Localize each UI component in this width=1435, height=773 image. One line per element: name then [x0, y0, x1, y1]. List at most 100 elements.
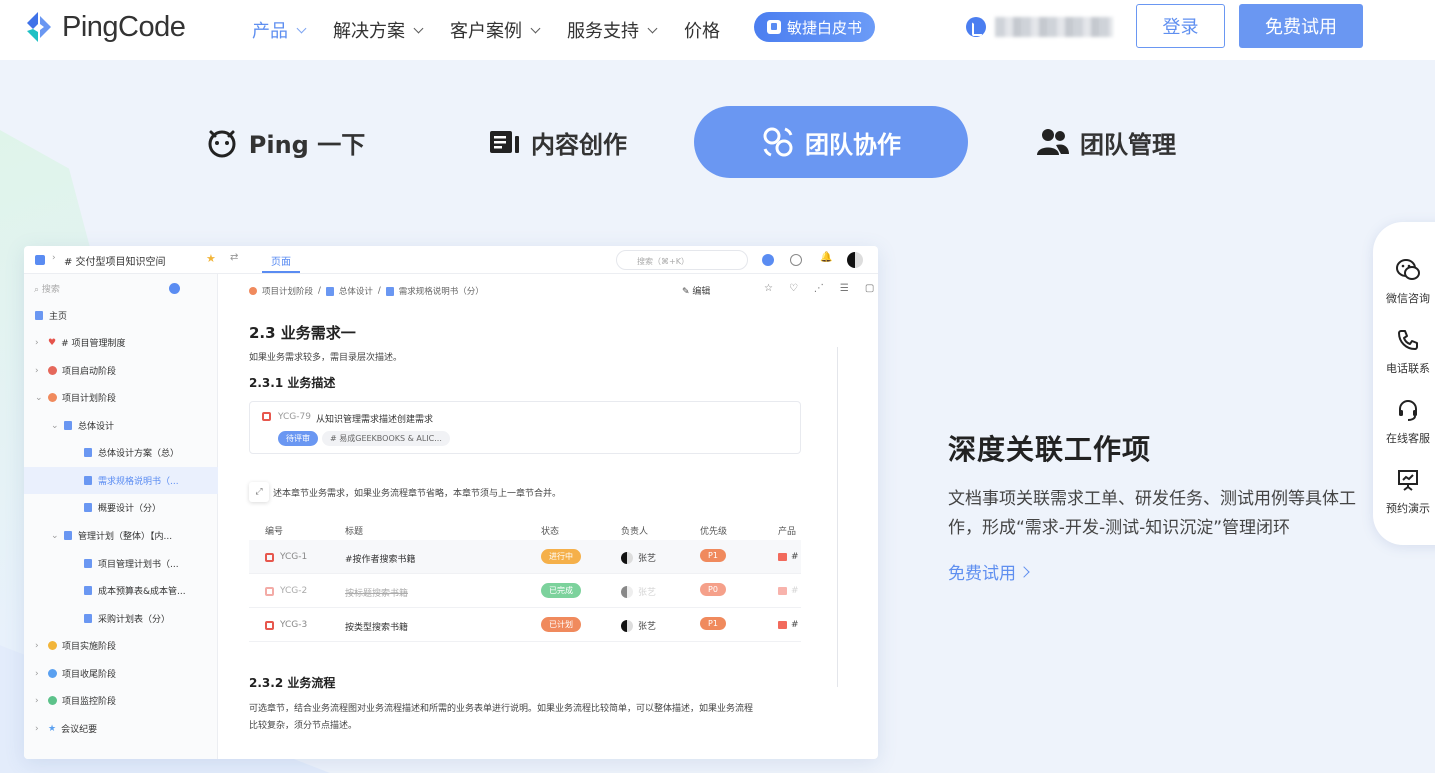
expand-icon[interactable]: ⤢	[249, 482, 269, 502]
col-header: 编号	[265, 527, 284, 537]
sidebar-item[interactable]: ⌄ 管理计划（整体）【内...	[24, 522, 218, 549]
feature-link-label: 免费试用	[948, 564, 1016, 584]
switch-icon[interactable]: ⇄	[230, 252, 238, 263]
table-row[interactable]: YCG-2 按标题搜索书籍 已完成 张艺 P0 #	[249, 574, 801, 608]
sidebar-item[interactable]: ⌄ 项目计划阶段	[24, 384, 218, 411]
sidebar-item[interactable]: › ★ 会议纪要	[24, 715, 218, 742]
priority-badge: P1	[700, 549, 726, 562]
sidebar-item-label: 概要设计（分）	[98, 504, 162, 514]
sidebar-item-label: 主页	[49, 312, 68, 322]
tab-ping[interactable]: Ping 一下	[190, 106, 380, 178]
chevron-right-icon: ›	[52, 253, 56, 263]
sidebar-item[interactable]: › 项目收尾阶段	[24, 660, 218, 687]
paragraph: 如果业务需求较多，需目录层次描述。	[249, 353, 403, 363]
heart-icon: ♥	[48, 337, 57, 348]
logo[interactable]: PingCode	[24, 10, 186, 44]
contact-wechat[interactable]: 微信咨询	[1373, 258, 1435, 306]
search-input[interactable]: 搜索（⌘+K）	[616, 250, 748, 270]
sidebar-item[interactable]: 成本预算表&成本管...	[24, 577, 218, 604]
row-id: YCG-1	[265, 552, 307, 562]
sidebar-item[interactable]: › ♥ # 项目管理制度	[24, 329, 218, 356]
status-badge: 进行中	[541, 549, 581, 564]
contact-book-demo[interactable]: 预约演示	[1373, 468, 1435, 516]
star-icon[interactable]: ★	[206, 252, 216, 265]
priority-badge: P1	[700, 617, 726, 630]
stage-dot-icon	[48, 641, 57, 650]
paragraph: 述本章节业务需求，如果业务流程章节省略，本章节须与上一章节合并。	[273, 489, 562, 499]
sidebar-item-label: 管理计划（整体）【内...	[78, 532, 173, 542]
doc-icon	[84, 476, 92, 485]
table-row[interactable]: YCG-3 按类型搜索书籍 已计划 张艺 P1 #	[249, 608, 801, 642]
float-label: 在线客服	[1386, 432, 1430, 445]
nav-item-pricing[interactable]: 价格	[684, 17, 720, 43]
nav-item-cases[interactable]: 客户案例	[450, 17, 541, 43]
space-name[interactable]: # 交付型项目知识空间	[64, 253, 166, 268]
nav-item-support[interactable]: 服务支持	[567, 17, 658, 43]
status-badge: 待评审	[278, 431, 318, 446]
tab-page[interactable]: 页面	[271, 253, 291, 268]
sidebar-item-label: 项目启动阶段	[62, 367, 117, 377]
doc-toolbar-icons[interactable]: ☆♡⋰☰▢	[764, 283, 878, 294]
row-id: YCG-3	[265, 620, 307, 630]
product-icon	[778, 587, 787, 595]
sidebar-item[interactable]: ⌄ 总体设计	[24, 412, 218, 439]
sidebar-item-home[interactable]: 主页	[24, 302, 218, 329]
chevron-right-icon	[1018, 565, 1030, 578]
doc-icon	[64, 531, 72, 540]
stage-dot-icon	[48, 669, 57, 678]
sidebar-item-selected[interactable]: 需求规格说明书（...	[24, 467, 218, 494]
sidebar-item[interactable]: 总体设计方案（总）	[24, 439, 218, 466]
tab-label: 团队协作	[805, 130, 901, 159]
sidebar-item[interactable]: 采购计划表（分）	[24, 605, 218, 632]
chevron-down-icon	[296, 23, 307, 33]
sidebar-item[interactable]: › 项目监控阶段	[24, 687, 218, 714]
row-owner: 张艺	[621, 585, 656, 598]
bell-icon[interactable]: 🔔	[820, 252, 832, 263]
sidebar-item[interactable]: 概要设计（分）	[24, 494, 218, 521]
sidebar-item[interactable]: › 项目启动阶段	[24, 357, 218, 384]
work-item-card[interactable]: YCG-79 从知识管理需求描述创建需求 待评审 # 易成GEEKBOOKS &…	[249, 401, 801, 454]
sidebar-item-label: 项目管理计划书（...	[98, 560, 179, 570]
tab-label: 内容创作	[531, 130, 627, 159]
row-owner: 张艺	[621, 619, 656, 632]
float-label: 微信咨询	[1386, 292, 1430, 305]
heading-2-3-2: 2.3.2 业务流程	[249, 676, 336, 690]
sidebar-add-icon[interactable]	[169, 283, 180, 294]
breadcrumb-item[interactable]: 总体设计	[339, 285, 373, 297]
sidebar-item[interactable]: 项目管理计划书（...	[24, 550, 218, 577]
avatar[interactable]	[847, 252, 863, 268]
product-tag: # 易成GEEKBOOKS & ALIC...	[322, 431, 450, 446]
nav-label: 产品	[252, 21, 288, 42]
tab-team-management[interactable]: 团队管理	[1016, 106, 1196, 178]
tab-content[interactable]: 内容创作	[468, 106, 648, 178]
contact-online-service[interactable]: 在线客服	[1373, 398, 1435, 446]
free-trial-button[interactable]: 免费试用	[1239, 4, 1363, 48]
contact-phone[interactable]: 电话联系	[1373, 328, 1435, 376]
search-placeholder: 搜索（⌘+K）	[637, 257, 689, 266]
whitepaper-button[interactable]: 敏捷白皮书	[754, 12, 875, 42]
breadcrumb-item[interactable]: 项目计划阶段	[262, 285, 313, 297]
product-screenshot: › # 交付型项目知识空间 ★ ⇄ 页面 搜索（⌘+K） 🔔 ⌕ 搜索 主页 ›…	[24, 246, 878, 759]
table-row[interactable]: YCG-1 #按作者搜索书籍 进行中 张艺 P1 #	[249, 540, 801, 574]
help-icon[interactable]	[790, 254, 802, 266]
demo-icon	[1398, 470, 1418, 491]
phone-icon	[1398, 330, 1418, 350]
owner-name: 张艺	[638, 588, 657, 598]
nav-item-solutions[interactable]: 解决方案	[333, 17, 424, 43]
breadcrumb-item[interactable]: 需求规格说明书（分）	[399, 285, 484, 297]
login-button[interactable]: 登录	[1136, 4, 1225, 48]
sidebar-search[interactable]: ⌕ 搜索	[34, 282, 60, 295]
add-icon[interactable]	[762, 254, 774, 266]
col-header: 优先级	[700, 527, 728, 537]
nav-label: 客户案例	[450, 21, 522, 42]
row-id-text: YCG-1	[280, 552, 308, 562]
site-header: PingCode 产品 解决方案 客户案例 服务支持 价格 敏捷白皮书 登录 免…	[0, 0, 1435, 60]
sidebar-item[interactable]: › 项目实施阶段	[24, 632, 218, 659]
tab-underline	[262, 271, 300, 273]
tab-collaboration[interactable]: 团队协作	[694, 106, 968, 178]
nav-item-product[interactable]: 产品	[252, 17, 307, 43]
feature-trial-link[interactable]: 免费试用	[948, 559, 1030, 584]
space-icon	[35, 255, 45, 265]
row-id: YCG-2	[265, 586, 307, 596]
edit-button[interactable]: ✎ 编辑	[682, 284, 710, 297]
